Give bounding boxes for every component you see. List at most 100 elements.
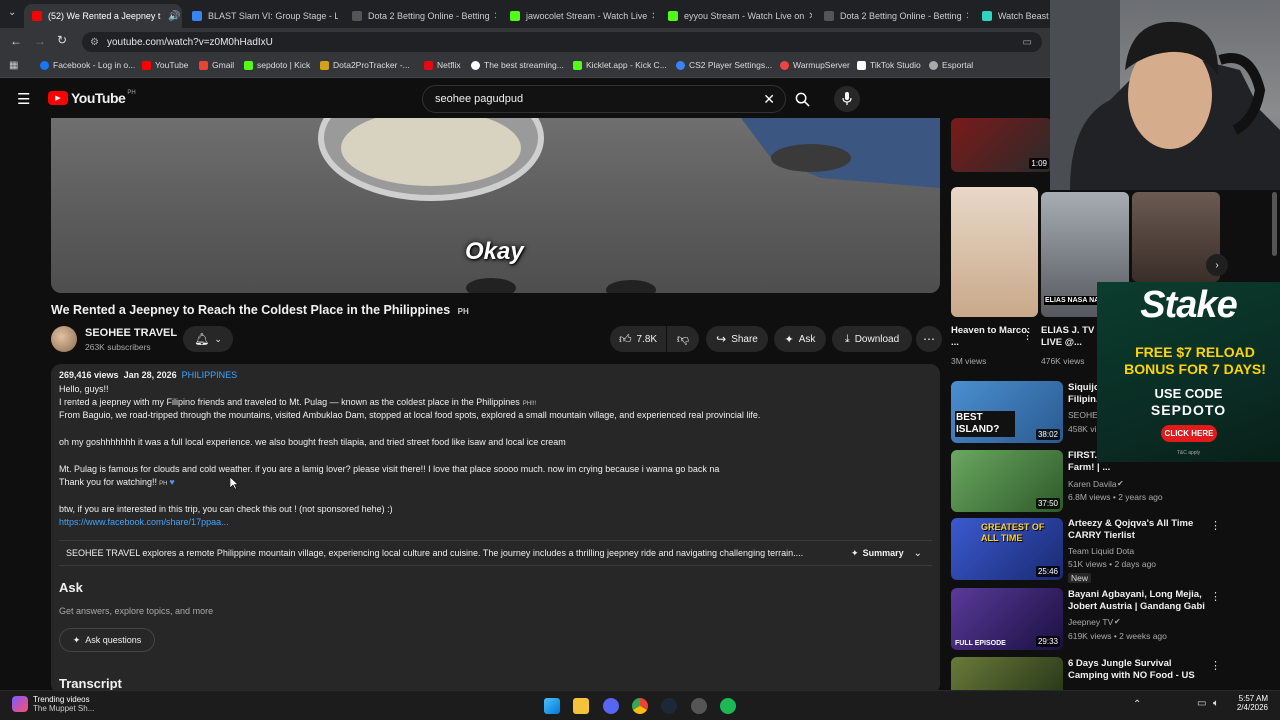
video-thumbnail[interactable]: FULL EPISODE 29:33 [951,588,1063,650]
search-button[interactable] [788,86,816,112]
bookmark-esportal[interactable]: Esportal [929,60,973,70]
shorts-title[interactable]: ELIAS J. TV LIVE @... [1041,325,1097,349]
more-vertical-icon[interactable]: ⋮ [1210,519,1221,532]
close-tab-icon[interactable]: ✕ [647,11,654,22]
close-tab-icon[interactable]: ✕ [490,11,496,22]
clear-search-icon[interactable]: ✕ [763,91,775,108]
video-title[interactable]: Siquijo... Filipin... [1068,382,1098,406]
video-title[interactable]: 6 Days Jungle Survival Camping with NO F… [1068,658,1208,682]
stake-ad-overlay[interactable]: Stake FREE $7 RELOAD BONUS FOR 7 DAYS! U… [1097,282,1280,462]
video-channel[interactable]: Team Liquid Dota [1068,546,1134,556]
more-vertical-icon[interactable]: ⋮ [1210,590,1221,603]
ad-cta-button[interactable]: CLICK HERE [1161,425,1217,442]
tab-dota-betting-1[interactable]: Dota 2 Betting Online - Betting ✕ [344,4,496,28]
video-channel[interactable]: SEOHEE... [1068,410,1098,420]
video-thumbnail[interactable]: GREATEST OF ALL TIME 25:46 [951,518,1063,580]
facebook-link[interactable]: https://www.facebook.com/share/17ppaa... [59,517,229,527]
settings-app-icon[interactable] [691,698,707,714]
more-vertical-icon[interactable]: ⋮ [1210,659,1221,672]
video-channel[interactable]: Karen Davila [1068,479,1117,489]
bookmark-netflix[interactable]: Netflix [424,60,461,70]
share-button[interactable]: ↪ Share [706,326,768,352]
apps-grid-icon[interactable]: ▦ [9,60,18,71]
download-button[interactable]: ⤓ Download [832,326,912,352]
forward-icon[interactable]: → [34,34,46,48]
tab-title: (52) We Rented a Jeepney t [48,11,161,21]
channel-name[interactable]: SEOHEE TRAVEL [85,327,177,339]
description-box[interactable]: 269,416 views Jan 28, 2026 PHILIPPINES H… [51,364,940,694]
windows-start-icon[interactable] [544,698,560,714]
search-input[interactable]: seohee pagudpud ✕ [422,85,786,113]
system-clock[interactable]: 5:57 AM 2/4/2026 [1228,694,1268,712]
sparkle-icon: ✦ [851,547,859,558]
bookmark-gmail[interactable]: Gmail [199,60,234,70]
network-icon[interactable]: ▭ [1197,698,1206,709]
video-thumbnail[interactable] [951,657,1063,690]
page-scrollbar[interactable] [1272,192,1277,256]
bookmark-youtube[interactable]: YouTube [142,60,188,70]
tab-dota-betting-2[interactable]: Dota 2 Betting Online - Betting ✕ [816,4,968,28]
volume-icon[interactable]: 🔈︎ [1213,698,1219,709]
video-title[interactable]: Arteezy & Qojqva's All Time CARRY Tierli… [1068,518,1203,542]
video-player[interactable] [51,118,940,293]
youtube-logo[interactable]: ▶ YouTube PH [48,90,136,106]
more-vertical-icon[interactable]: ⋮ [1022,329,1033,342]
spotify-icon[interactable] [720,698,736,714]
tab-eyyou[interactable]: eyyou Stream - Watch Live on ✕ [660,4,812,28]
steam-icon[interactable] [661,698,677,714]
voice-search-button[interactable] [834,86,860,112]
menu-icon[interactable]: ☰ [17,90,30,108]
bookmark-facebook[interactable]: Facebook - Log in o... [40,60,135,70]
shorts-next-button[interactable]: › [1206,254,1228,276]
subscribed-bell-button[interactable]: 🔔︎ ⌄ [183,326,233,352]
speaker-icon[interactable]: 🔊 [164,11,180,22]
ad-fine-print: T&C apply [1176,450,1201,456]
ask-questions-button[interactable]: ✦ Ask questions [59,628,155,652]
file-explorer-icon[interactable] [573,698,589,714]
chrome-icon[interactable] [632,698,648,714]
close-tab-icon[interactable]: ✕ [804,11,812,22]
video-title: We Rented a Jeepney to Reach the Coldest… [51,303,469,317]
widgets-button[interactable]: Trending videos The Muppet Sh... [12,695,94,713]
bookmark-kicklet[interactable]: Kicklet.app - Kick C... [573,60,667,70]
close-tab-icon[interactable]: ✕ [962,11,968,22]
back-icon[interactable]: ← [10,34,22,48]
channel-avatar[interactable] [51,326,77,352]
tray-chevron-icon[interactable]: ⌃ [1133,699,1141,710]
ask-heading: Ask [59,580,83,595]
more-actions-button[interactable]: ⋯ [916,326,942,352]
bookmark-cs2-settings[interactable]: CS2 Player Settings... [676,60,772,70]
dislike-button[interactable]: 👎︎ [667,326,699,352]
discord-icon[interactable] [603,698,619,714]
tab-jawocolet[interactable]: jawocolet Stream - Watch Live ✕ [502,4,654,28]
video-thumbnail[interactable]: 37:50 [951,450,1063,512]
prime-favicon-icon [982,11,992,21]
tab-title: Dota 2 Betting Online - Betting [368,11,490,21]
bookmark-streaming[interactable]: The best streaming... [471,60,564,70]
bookmark-sepdoto-kick[interactable]: sepdoto | Kick [244,60,310,70]
video-channel[interactable]: Jeepney TV [1068,617,1113,627]
video-thumbnail[interactable]: BEST ISLAND? 38:02 [951,381,1063,443]
bookmark-dota2protracker[interactable]: Dota2ProTracker -... [320,60,410,70]
reload-icon[interactable]: ↻ [57,33,67,47]
bookmark-warmupserver[interactable]: WarmupServer [780,60,850,70]
gmail-icon [199,60,208,70]
sidebar-top-thumbnail[interactable]: 1:09 [951,118,1052,172]
url-field[interactable]: ⚙ youtube.com/watch?v=z0M0hHadIxU ▭ [82,32,1042,52]
flag-ph: PH [159,481,168,487]
hashtag-link[interactable]: PHILIPPINES [182,370,238,380]
ai-summary-bar[interactable]: SEOHEE TRAVEL explores a remote Philippi… [59,540,932,566]
tab-youtube[interactable]: (52) We Rented a Jeepney t 🔊 ✕ [24,4,182,28]
tab-search-icon[interactable]: ⌄ [8,7,16,18]
bookmark-tiktok[interactable]: TikTok Studio [857,60,921,70]
cast-icon[interactable]: ▭ [1023,37,1032,48]
shorts-thumbnail[interactable] [951,187,1038,317]
ask-button[interactable]: ✦ Ask [774,326,826,352]
tab-beast-games[interactable]: Watch Beast Ga [974,4,1054,28]
like-button[interactable]: 👍︎ 7.8K [610,326,666,352]
video-title[interactable]: Bayani Agbayani, Long Mejia, Jobert Aust… [1068,589,1208,613]
tab-blast[interactable]: BLAST Slam VI: Group Stage - L ✕ [184,4,338,28]
shorts-title[interactable]: Heaven to Marco: ... [951,325,1031,349]
site-info-icon[interactable]: ⚙ [90,37,99,48]
thumbnail-text: GREATEST OF ALL TIME [981,522,1045,543]
